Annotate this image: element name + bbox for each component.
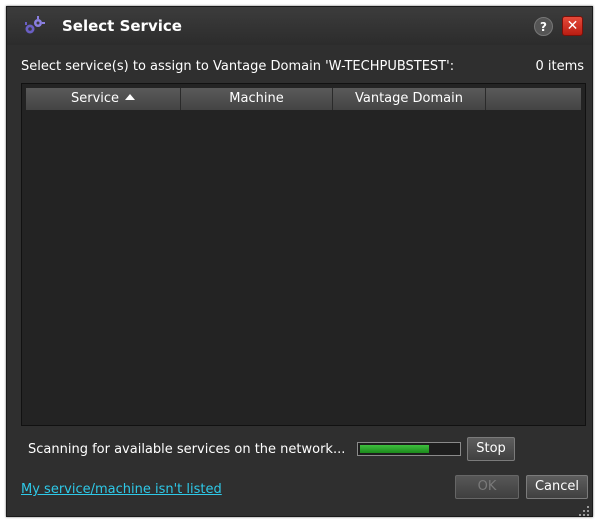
sort-ascending-icon [125, 94, 136, 100]
cancel-button[interactable]: Cancel [526, 475, 588, 499]
service-not-listed-link[interactable]: My service/machine isn't listed [21, 482, 222, 497]
scan-status-text: Scanning for available services on the n… [28, 442, 346, 457]
title-bar[interactable]: Select Service ? ✕ [7, 7, 592, 45]
app-gear-icon [23, 16, 45, 36]
help-icon[interactable]: ? [534, 17, 553, 36]
services-table[interactable]: Service Machine Vantage Domain [21, 83, 586, 426]
close-icon[interactable]: ✕ [562, 16, 583, 36]
item-count: 0 items [535, 59, 584, 74]
progress-fill [360, 445, 429, 453]
instruction-text: Select service(s) to assign to Vantage D… [21, 59, 455, 74]
resize-grip-icon[interactable] [578, 502, 590, 516]
column-header-machine[interactable]: Machine [181, 88, 333, 110]
column-header-empty[interactable] [486, 88, 581, 110]
select-service-dialog: Select Service ? ✕ Select service(s) to … [6, 6, 593, 517]
dialog-title: Select Service [62, 17, 182, 35]
column-header-label: Service [70, 91, 120, 106]
column-header-service[interactable]: Service [26, 88, 181, 110]
column-header-label: Vantage Domain [355, 91, 463, 106]
scan-progress-bar [357, 442, 461, 456]
stop-button[interactable]: Stop [467, 437, 515, 461]
ok-button[interactable]: OK [455, 475, 519, 499]
column-header-vantage-domain[interactable]: Vantage Domain [333, 88, 486, 110]
table-header: Service Machine Vantage Domain [26, 88, 581, 110]
column-header-label: Machine [229, 91, 284, 106]
